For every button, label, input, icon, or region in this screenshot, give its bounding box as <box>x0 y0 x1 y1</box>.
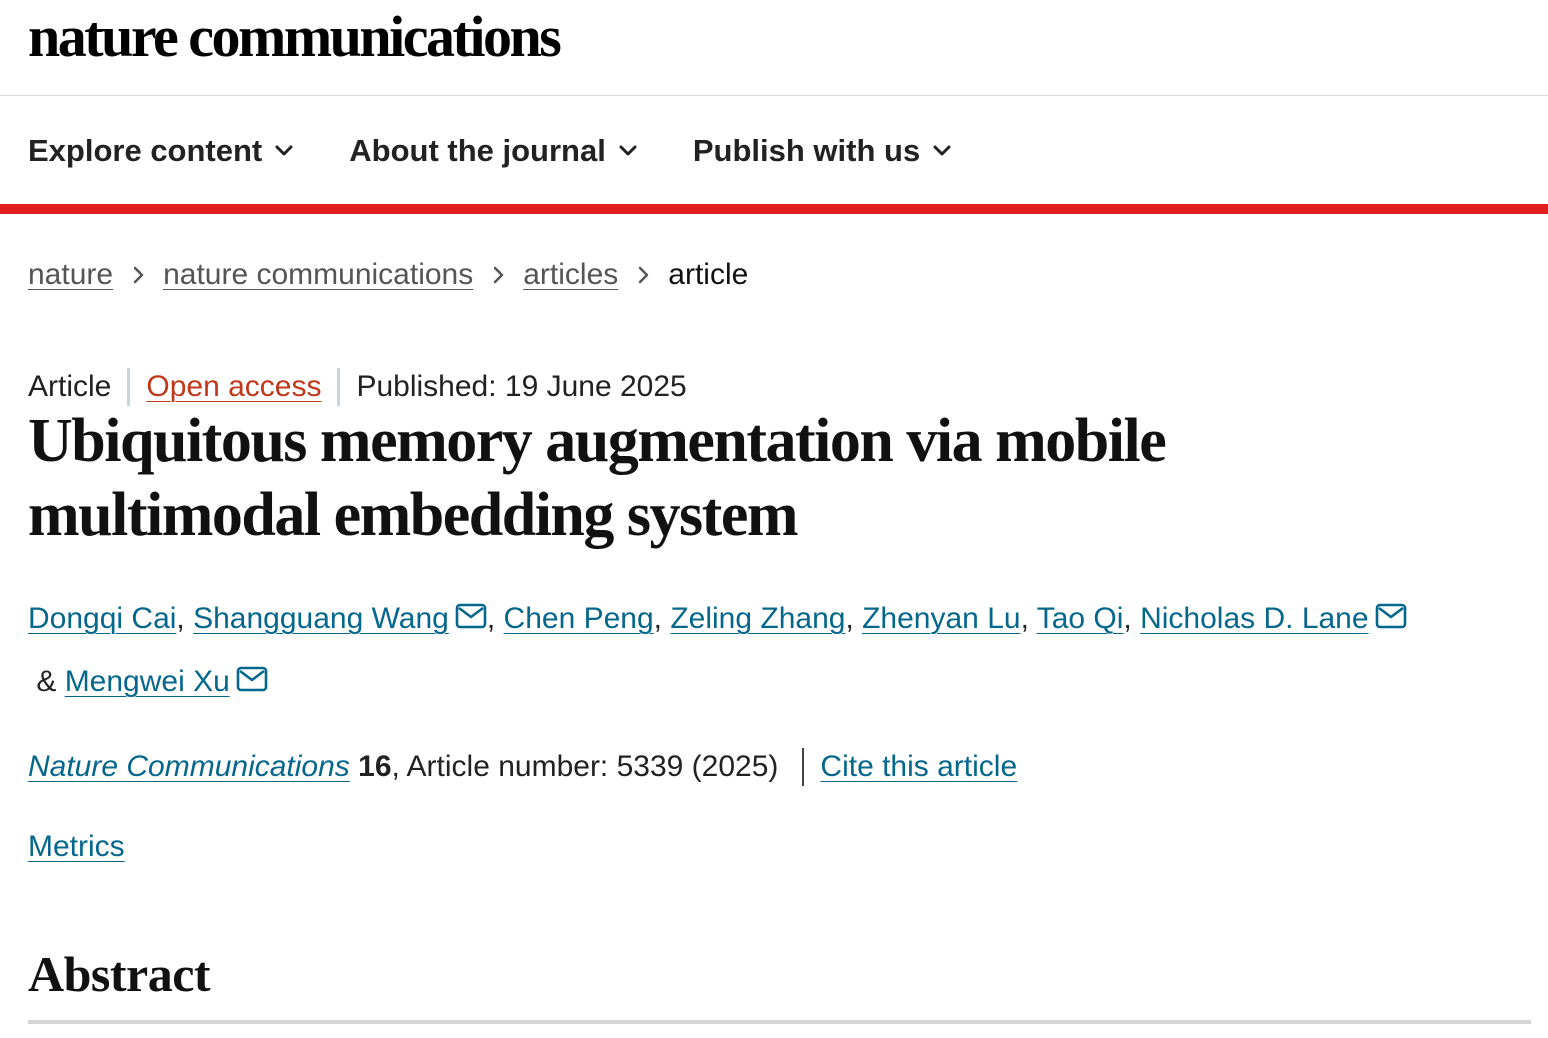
breadcrumb-current: article <box>668 258 749 291</box>
author-link[interactable]: Zhenyan Lu <box>862 602 1020 635</box>
author-separator: , <box>845 602 863 635</box>
email-icon[interactable] <box>455 589 487 651</box>
header-divider <box>0 95 1548 96</box>
main-nav: Explore content About the journal Publis… <box>28 128 1007 174</box>
author-separator: , <box>176 602 194 635</box>
meta-divider <box>127 368 131 406</box>
citation-divider <box>802 748 805 786</box>
author-separator: , <box>486 602 504 635</box>
email-icon[interactable] <box>236 652 268 714</box>
citation-spacer <box>350 750 358 784</box>
accent-bar <box>0 204 1548 214</box>
nav-explore-content[interactable]: Explore content <box>28 133 294 169</box>
author-link[interactable]: Tao Qi <box>1037 602 1124 635</box>
published-date: Published: 19 June 2025 <box>356 370 687 403</box>
nav-explore-content-label: Explore content <box>28 133 263 168</box>
abstract-rule <box>28 1020 1531 1024</box>
citation-line: Nature Communications 16 , Article numbe… <box>28 746 1017 788</box>
chevron-right-icon <box>636 265 650 285</box>
author-separator: , <box>653 602 671 635</box>
author-separator: & <box>28 665 65 698</box>
open-access-link[interactable]: Open access <box>146 370 321 404</box>
author-link[interactable]: Mengwei Xu <box>65 665 230 698</box>
citation-details: , Article number: 5339 (2025) <box>391 750 779 783</box>
author-list: Dongqi Cai, Shangguang Wang, Chen Peng, … <box>28 588 1538 714</box>
breadcrumb: nature nature communications articles ar… <box>28 255 748 295</box>
author-separator: , <box>1123 602 1141 635</box>
breadcrumb-nature[interactable]: nature <box>28 258 113 292</box>
chevron-down-icon <box>274 144 294 158</box>
article-title: Ubiquitous memory augmentation via mobil… <box>28 407 1167 549</box>
article-type: Article <box>28 370 112 403</box>
chevron-right-icon <box>131 265 145 285</box>
nav-publish-with-us[interactable]: Publish with us <box>693 133 952 169</box>
author-link[interactable]: Shangguang Wang <box>193 602 449 635</box>
journal-link[interactable]: Nature Communications <box>28 750 350 784</box>
chevron-down-icon <box>932 144 952 158</box>
metrics-link[interactable]: Metrics <box>28 826 125 868</box>
nav-publish-with-us-label: Publish with us <box>692 133 921 168</box>
breadcrumb-nature-communications[interactable]: nature communications <box>163 258 473 292</box>
article-meta: Article Open access Published: 19 June 2… <box>28 366 687 408</box>
volume-number: 16 <box>358 750 392 783</box>
chevron-right-icon <box>491 265 505 285</box>
author-link[interactable]: Dongqi Cai <box>28 602 176 635</box>
cite-this-article-link[interactable]: Cite this article <box>820 750 1017 784</box>
meta-divider <box>337 368 341 406</box>
nav-about-the-journal-label: About the journal <box>349 133 606 168</box>
nav-about-the-journal[interactable]: About the journal <box>349 133 638 169</box>
journal-logo[interactable]: nature communications <box>28 2 562 72</box>
author-link[interactable]: Nicholas D. Lane <box>1140 602 1368 635</box>
author-link[interactable]: Chen Peng <box>504 602 654 635</box>
author-separator: , <box>1020 602 1037 635</box>
abstract-heading: Abstract <box>28 946 211 1002</box>
email-icon[interactable] <box>1375 589 1407 651</box>
author-link[interactable]: Zeling Zhang <box>670 602 845 635</box>
breadcrumb-articles[interactable]: articles <box>523 258 618 292</box>
chevron-down-icon <box>618 144 638 158</box>
